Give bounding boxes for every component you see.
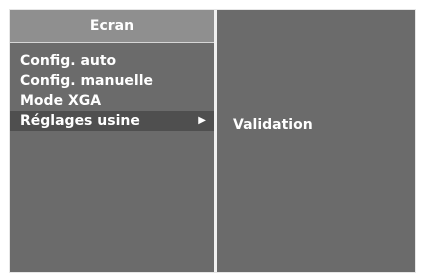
menu-item-label: Config. auto	[20, 53, 117, 69]
submenu-item-validation[interactable]: Validation	[233, 117, 313, 133]
menu-item-config-auto[interactable]: Config. auto	[10, 51, 214, 71]
menu-item-label: Config. manuelle	[20, 73, 154, 89]
osd-menu-window: Ecran Config. auto Config. manuelle Mode…	[9, 9, 416, 273]
menu-item-label: Réglages usine	[20, 113, 140, 129]
menu-list: Config. auto Config. manuelle Mode XGA R…	[10, 51, 214, 131]
submenu-panel: Validation	[217, 10, 415, 272]
menu-title: Ecran	[89, 18, 135, 34]
menu-title-bar: Ecran	[10, 10, 214, 43]
triangle-right-icon: ▶	[198, 115, 206, 126]
menu-item-config-manuelle[interactable]: Config. manuelle	[10, 71, 214, 91]
menu-item-mode-xga[interactable]: Mode XGA	[10, 91, 214, 111]
menu-item-label: Mode XGA	[20, 93, 102, 109]
menu-item-reglages-usine[interactable]: Réglages usine ▶	[10, 111, 214, 131]
main-menu-panel: Ecran Config. auto Config. manuelle Mode…	[10, 10, 214, 272]
